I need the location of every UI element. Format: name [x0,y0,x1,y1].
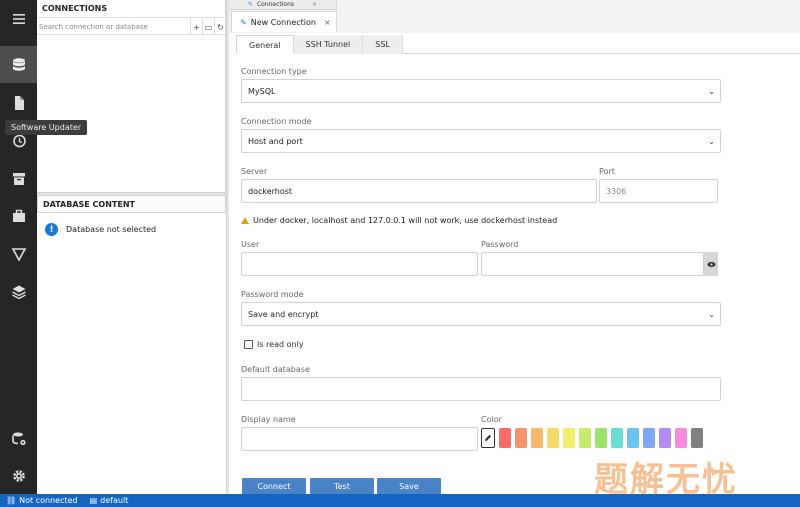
left-icon-rail [0,0,37,494]
tab-ssl[interactable]: SSL [363,35,403,54]
color-swatch-7[interactable] [595,428,607,448]
refresh-button[interactable]: ↻ [214,19,226,35]
port-value: 3306 [606,186,627,196]
color-swatch-13[interactable] [691,428,703,448]
display-name-input[interactable] [241,427,478,451]
connections-title: CONNECTIONS [37,0,225,18]
password-mode-select[interactable]: Save and encrypt ⌄ [241,302,721,326]
tab-connections[interactable]: ✎ Connections × [229,0,337,10]
password-input[interactable] [481,252,704,276]
tab-bar: ✎ Connections × ✎ New Connection × [229,0,800,33]
archive-icon[interactable] [0,160,37,197]
filter-icon[interactable] [0,235,37,272]
connection-mode-value: Host and port [248,136,303,146]
database-small-icon: ▤ [89,496,98,505]
tab-new-connection[interactable]: ✎ New Connection × [231,11,337,32]
warning-icon [241,217,249,224]
color-swatch-6[interactable] [579,428,591,448]
color-swatch-4[interactable] [547,428,559,448]
database-content-title: DATABASE CONTENT [37,195,226,213]
chevron-down-icon: ⌄ [708,309,715,319]
connections-search-row: + ▭ ↻ [37,19,226,35]
tab-new-connection-label: New Connection [250,17,316,27]
tab-ssh-tunnel[interactable]: SSH Tunnel [293,35,364,54]
close-icon[interactable]: × [324,18,331,27]
database-eye-icon[interactable] [0,420,37,457]
color-swatch-12[interactable] [675,428,687,448]
watermark: 题解无忧 [594,460,738,500]
color-label: Color [481,415,502,424]
default-database-label: Default database [241,365,310,374]
tab-connections-close-icon[interactable]: × [312,1,317,8]
default-database-input[interactable] [241,377,721,401]
new-folder-button[interactable]: ▭ [202,19,214,35]
tab-general[interactable]: General [236,35,294,54]
color-swatch-11[interactable] [659,428,671,448]
settings-icon[interactable] [0,457,37,494]
read-only-label: Is read only [257,340,304,349]
connection-mode-label: Connection mode [241,117,312,126]
read-only-option[interactable]: Is read only [244,340,304,349]
chevron-down-icon: ⌄ [708,86,715,96]
chevron-down-icon: ⌄ [708,136,715,146]
connection-status[interactable]: ⛓ Not connected [6,496,78,505]
connection-type-label: Connection type [241,67,307,76]
port-input[interactable]: 3306 [599,179,718,203]
server-input[interactable]: dockerhost [241,179,597,203]
vertical-splitter[interactable] [226,0,229,494]
database-status[interactable]: ▤ default [90,496,129,505]
add-connection-button[interactable]: + [190,19,202,35]
color-swatch-10[interactable] [643,428,655,448]
connection-mode-select[interactable]: Host and port ⌄ [241,129,721,153]
layers-icon[interactable] [0,273,37,310]
read-only-checkbox[interactable] [244,340,253,349]
color-swatch-9[interactable] [627,428,639,448]
database-status-text: default [100,496,129,505]
color-picker-button[interactable] [481,428,495,448]
database-message: ! Database not selected [45,223,156,236]
color-swatch-2[interactable] [515,428,527,448]
color-swatch-5[interactable] [563,428,575,448]
color-swatch-1[interactable] [499,428,511,448]
port-label: Port [599,167,615,176]
test-button[interactable]: Test [310,478,374,494]
docker-warning: Under docker, localhost and 127.0.0.1 wi… [241,216,557,225]
color-swatches [481,428,703,448]
briefcase-icon[interactable] [0,197,37,234]
password-mode-value: Save and encrypt [248,309,319,319]
menu-icon[interactable] [0,0,37,37]
tab-connections-label: Connections [256,1,295,8]
user-label: User [241,240,260,249]
eyedropper-icon [484,434,492,442]
save-button[interactable]: Save [377,478,441,494]
eye-icon [706,261,716,267]
connection-status-text: Not connected [19,496,78,505]
user-input[interactable] [241,252,478,276]
display-name-label: Display name [241,415,296,424]
show-password-button[interactable] [704,252,718,276]
docker-warning-text: Under docker, localhost and 127.0.0.1 wi… [253,216,558,225]
connection-icon: ✎ [240,17,247,27]
connection-search-input[interactable] [37,19,190,34]
password-mode-label: Password mode [241,290,304,299]
database-content-panel: DATABASE CONTENT ! Database not selected [37,195,226,494]
database-message-text: Database not selected [66,225,157,234]
color-swatch-3[interactable] [531,428,543,448]
pin-icon: ✎ [247,1,253,8]
file-icon[interactable] [0,84,37,121]
password-label: Password [481,240,519,249]
server-value: dockerhost [248,186,293,196]
info-icon: ! [45,223,58,236]
connection-type-value: MySQL [248,86,276,96]
connection-type-select[interactable]: MySQL ⌄ [241,79,721,103]
database-icon[interactable] [0,46,37,83]
connections-panel: CONNECTIONS + ▭ ↻ [37,0,226,192]
network-icon: ⛓ [6,496,17,505]
sub-tab-bar: General SSH Tunnel SSL [236,35,800,54]
connect-button[interactable]: Connect [242,478,306,494]
server-label: Server [241,167,268,176]
software-updater-tooltip: Software Updater [5,120,88,135]
color-swatch-8[interactable] [611,428,623,448]
